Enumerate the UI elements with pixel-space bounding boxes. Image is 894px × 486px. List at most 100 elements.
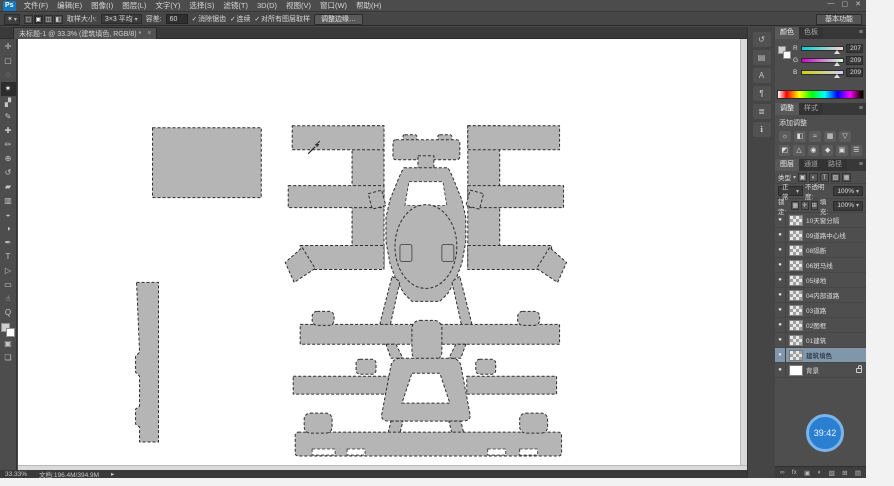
status-arrow-icon[interactable]: ▸ [111,470,114,478]
tool-brush[interactable]: ✏ [1,138,16,152]
tool-rectangle-shape[interactable]: ▭ [1,278,16,292]
maximize-button[interactable]: ▢ [842,0,849,8]
sample-all-layers-checkbox[interactable]: ✓ 对所有图层取样 [255,14,310,24]
actions-icon[interactable]: ▤ [752,50,771,65]
layer-row-selected[interactable]: ● 建筑填色 [775,347,866,363]
blue-slider[interactable] [801,70,844,78]
layer-thumbnail[interactable] [789,349,803,361]
new-selection-icon[interactable]: ▢ [23,14,33,24]
red-value[interactable]: 207 [846,44,863,53]
menu-filter[interactable]: 滤镜(T) [222,0,249,11]
layer-thumbnail[interactable] [789,319,803,331]
eye-icon[interactable]: ● [775,227,786,243]
menu-view[interactable]: 视图(V) [285,0,312,11]
tool-clone-stamp[interactable]: ⊕ [1,152,16,166]
blend-mode-dropdown[interactable]: 正常 ▾ [778,184,804,201]
sample-size-dropdown[interactable]: 3×3 平均 ▾ [100,14,142,24]
lock-transparency-icon[interactable]: ▦ [791,201,800,210]
new-group-icon[interactable]: ▧ [829,469,835,477]
quick-mask-button[interactable]: ▣ [1,337,16,351]
filter-smart-object-icon[interactable]: ▦ [842,172,852,182]
brightness-contrast-icon[interactable]: ☼ [779,131,791,142]
layer-thumbnail[interactable] [789,334,803,346]
layer-row-background[interactable]: ● 背景 [775,362,866,378]
refine-edge-button[interactable]: 调整边缘… [314,13,363,25]
panel-menu-icon[interactable]: ≡ [859,103,866,115]
slider-handle[interactable] [834,62,841,66]
green-value[interactable]: 209 [846,56,863,65]
layer-thumbnail[interactable] [789,364,803,376]
photo-filter-icon[interactable]: ◆ [821,145,834,156]
eye-icon[interactable]: ● [775,317,786,333]
character-icon[interactable]: A [752,68,771,83]
levels-icon[interactable]: ◧ [794,131,806,142]
tab-paths[interactable]: 路径 [823,159,847,171]
layer-row[interactable]: ● 10天窗分隔 [775,212,866,228]
workspace-switcher-button[interactable]: 基本功能 [816,14,862,25]
hue-saturation-icon[interactable]: ◩ [779,145,791,156]
menu-3d[interactable]: 3D(D) [256,1,278,10]
slider-handle[interactable] [834,50,841,54]
fill-dropdown[interactable]: 100% ▾ [833,200,863,211]
background-color-swatch[interactable] [6,328,15,337]
blue-value[interactable]: 209 [846,68,863,77]
menu-layer[interactable]: 图层(L) [121,0,147,11]
tool-pen[interactable]: ✒ [1,236,16,250]
black-white-icon[interactable]: ◉ [807,145,819,156]
color-balance-icon[interactable]: △ [793,145,805,156]
layer-row[interactable]: ● 05绿地 [775,272,866,288]
menu-type[interactable]: 文字(Y) [154,0,181,11]
color-spectrum-ramp[interactable] [777,90,864,99]
eye-icon[interactable]: ● [775,332,786,348]
tool-path-selection[interactable]: ▷ [1,264,16,278]
lock-all-icon[interactable]: ⊞ [810,201,818,210]
tab-swatches[interactable]: 色板 [799,27,823,39]
tab-adjustments[interactable]: 调整 [775,103,799,115]
zoom-level-field[interactable]: 33.33% [5,471,27,478]
tool-move[interactable]: ✛ [1,40,16,54]
clone-source-icon[interactable]: ≣ [752,104,771,119]
tool-spot-healing-brush[interactable]: ✚ [1,124,16,138]
lock-position-icon[interactable]: ✛ [801,201,809,210]
intersect-selection-icon[interactable]: ◧ [53,14,63,24]
new-adjustment-layer-icon[interactable]: ◐ [818,469,822,476]
tool-hand[interactable]: ☝ [1,292,16,306]
layer-row[interactable]: ● 01建筑 [775,332,866,348]
tool-lasso[interactable]: ◌ [1,68,16,82]
layer-thumbnail[interactable] [789,304,803,316]
eye-icon[interactable]: ● [775,272,786,288]
green-slider[interactable] [801,58,844,66]
eye-icon[interactable]: ● [775,212,786,228]
add-to-selection-icon[interactable]: ▣ [33,14,43,24]
menu-help[interactable]: 帮助(H) [355,0,382,11]
layer-style-icon[interactable]: fx [792,469,797,476]
layer-row[interactable]: ● 09道路中心线 [775,227,866,243]
menu-window[interactable]: 窗口(W) [319,0,348,11]
info-icon[interactable]: ℹ [752,122,771,137]
channel-mixer-icon[interactable]: ▣ [836,145,848,156]
subtract-from-selection-icon[interactable]: ◫ [43,14,53,24]
tool-crop[interactable]: ▞ [1,96,16,110]
eye-icon[interactable]: ● [775,287,786,303]
tool-dodge[interactable]: ◑ [1,222,16,236]
add-mask-icon[interactable]: ▣ [804,469,810,477]
layer-row[interactable]: ● 06斑马线 [775,257,866,273]
tab-color[interactable]: 颜色 [775,27,799,39]
tool-eyedropper[interactable]: ✎ [1,110,16,124]
eye-icon[interactable]: ● [775,242,786,258]
tool-preset-dropdown[interactable]: ✶ ▾ [4,13,20,25]
document-tab[interactable]: 未标题-1 @ 33.3% (建筑填色, RGB/8) * × [13,27,158,39]
menu-file[interactable]: 文件(F) [23,0,50,11]
close-button[interactable]: ✕ [855,0,861,8]
layer-row[interactable]: ● 03道路 [775,302,866,318]
tool-type[interactable]: T [1,250,16,264]
tab-channels[interactable]: 通道 [799,159,823,171]
layer-row[interactable]: ● 08隔断 [775,242,866,258]
tool-zoom[interactable]: Q [1,306,16,320]
background-color-swatch[interactable] [783,51,791,59]
eye-icon[interactable]: ● [775,347,786,363]
tool-eraser[interactable]: ▰ [1,180,16,194]
panel-menu-icon[interactable]: ≡ [859,27,866,39]
eye-icon[interactable]: ● [775,302,786,318]
contiguous-checkbox[interactable]: ✓ 连续 [230,14,250,24]
